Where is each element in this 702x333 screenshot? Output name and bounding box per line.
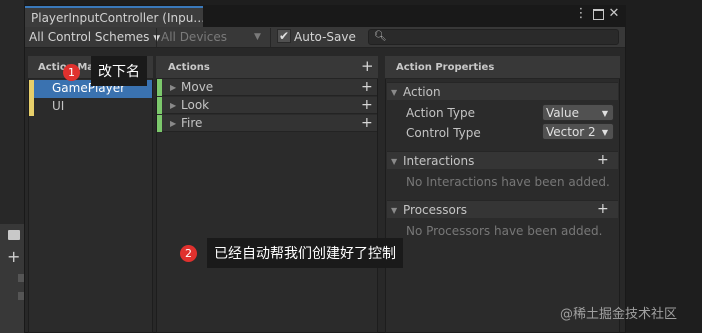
add-processor-button[interactable]: + — [597, 202, 609, 217]
action-map-label: UI — [52, 99, 65, 113]
auto-save-checkbox[interactable]: ✔ — [277, 29, 291, 43]
folder-icon — [8, 230, 20, 240]
close-icon[interactable]: ✕ — [607, 7, 621, 21]
action-item[interactable]: ▶ Fire + — [157, 115, 377, 132]
processors-empty-text: No Processors have been added. — [406, 224, 603, 238]
collapse-triangle-icon: ▼ — [391, 157, 398, 166]
action-map-marker — [29, 80, 34, 98]
action-type-label: Action Type — [406, 106, 475, 120]
search-input[interactable] — [368, 29, 619, 45]
action-type-dropdown[interactable]: Value ▼ — [542, 104, 614, 121]
action-map-marker — [29, 98, 34, 116]
add-binding-button[interactable]: + — [361, 98, 373, 113]
collapse-triangle-icon: ▼ — [391, 88, 398, 97]
control-schemes-dropdown[interactable]: All Control Schemes ▼ — [25, 28, 160, 47]
add-binding-button[interactable]: + — [361, 116, 373, 131]
watermark: @稀土掘金技术社区 — [560, 307, 678, 322]
kebab-menu-icon[interactable]: ⋮ — [574, 7, 588, 21]
annotation-badge: 1 — [63, 64, 80, 81]
action-item[interactable]: ▶ Look + — [157, 97, 377, 114]
action-label: Look — [181, 98, 210, 112]
action-label: Move — [181, 80, 214, 94]
add-interaction-button[interactable]: + — [597, 153, 609, 168]
search-icon: 🔍︎ — [374, 31, 387, 42]
chevron-down-icon: ▼ — [601, 128, 608, 137]
action-properties-title: Action Properties — [396, 62, 495, 73]
action-type-value: Value — [546, 106, 579, 120]
window-tab[interactable]: PlayerInputController (Inpu… — [25, 6, 203, 27]
expand-triangle-icon[interactable]: ▶ — [170, 101, 176, 110]
annotation-badge: 2 — [180, 245, 197, 262]
annotation-callout: 已经自动帮我们创建好了控制 — [207, 238, 403, 268]
checkmark-icon: ✔ — [278, 29, 290, 43]
action-marker — [157, 115, 162, 132]
action-section-header[interactable]: ▼ Action — [387, 82, 618, 100]
interactions-section-header[interactable]: ▼ Interactions + — [387, 151, 618, 169]
expand-triangle-icon[interactable]: ▶ — [170, 119, 176, 128]
add-icon[interactable]: + — [7, 247, 20, 266]
interactions-empty-text: No Interactions have been added. — [406, 175, 610, 189]
action-section-title: Action — [403, 85, 441, 99]
annotation-callout: 改下名 — [91, 56, 147, 86]
control-type-value: Vector 2 — [546, 125, 596, 139]
chevron-down-icon: ▼ — [601, 109, 608, 118]
action-marker — [157, 97, 162, 114]
devices-dropdown[interactable]: All Devices ▼ — [157, 28, 269, 47]
collapse-triangle-icon: ▼ — [391, 206, 398, 215]
maximize-icon[interactable] — [591, 7, 605, 21]
control-type-label: Control Type — [406, 126, 481, 140]
processors-section-title: Processors — [403, 203, 468, 217]
action-map-item[interactable]: UI — [29, 98, 152, 116]
actions-title: Actions — [168, 62, 210, 73]
add-action-map-button[interactable]: + — [361, 59, 374, 74]
control-type-dropdown[interactable]: Vector 2 ▼ — [542, 123, 614, 140]
toolbar-divider — [270, 28, 271, 47]
action-marker — [157, 79, 162, 96]
action-label: Fire — [181, 116, 203, 130]
devices-label: All Devices — [161, 30, 227, 44]
expand-triangle-icon[interactable]: ▶ — [170, 83, 176, 92]
add-binding-button[interactable]: + — [361, 80, 373, 95]
auto-save-label: Auto-Save — [294, 30, 356, 44]
control-schemes-label: All Control Schemes — [29, 30, 150, 44]
action-item[interactable]: ▶ Move + — [157, 79, 377, 96]
interactions-section-title: Interactions — [403, 154, 475, 168]
processors-section-header[interactable]: ▼ Processors + — [387, 200, 618, 218]
chevron-down-icon: ▼ — [254, 32, 261, 42]
